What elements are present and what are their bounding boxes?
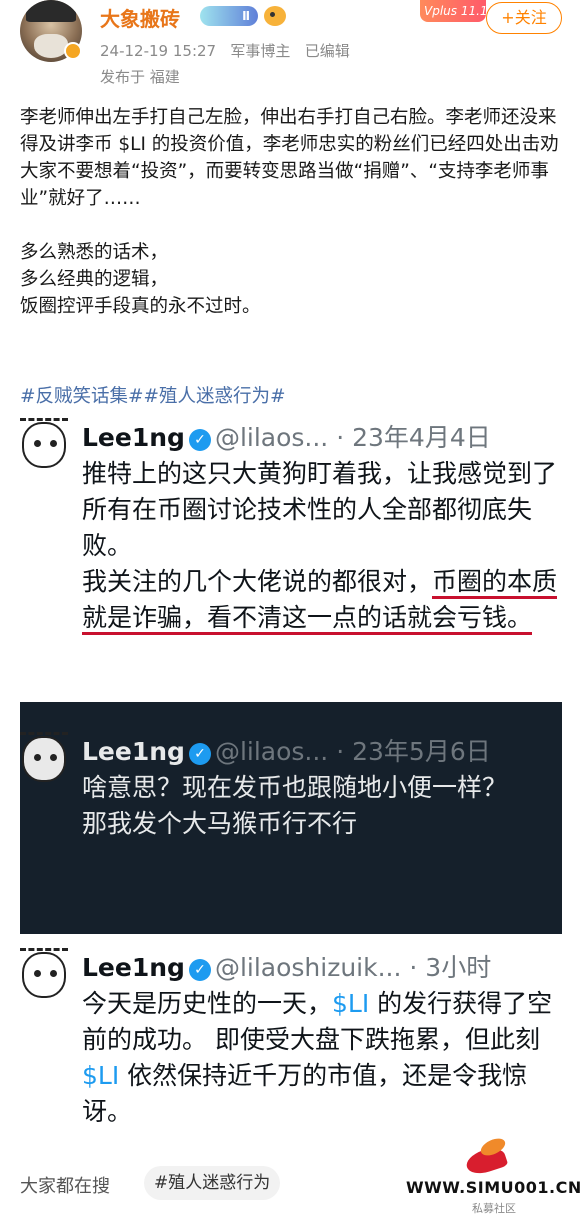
post-body: 李老师伸出左手打自己左脸，伸出右手打自己右脸。李老师还没来得及讲李币 $LI 的…: [20, 104, 565, 320]
tweet-text-part: 那我发个大马猴币行不行: [82, 809, 358, 838]
watermark-site-text: WWW.SIMU001.CN: [406, 1178, 580, 1197]
verified-check-icon: ✓: [188, 429, 211, 451]
post-line: 饭圈控评手段真的永不过时。: [20, 296, 261, 317]
verified-check-icon: ✓: [188, 959, 211, 981]
cashtag-link[interactable]: $LI: [82, 1061, 119, 1090]
tweet-card: Lee1ng ✓ @lilaos... · 23年4月4日 推特上的这只大黄狗盯着我…: [20, 410, 562, 700]
hot-search-tag[interactable]: #殖人迷惑行为: [144, 1166, 281, 1200]
tweet-date: · 23年5月6日: [336, 737, 491, 766]
tweet-header: Lee1ng ✓ @lilaoshizuik... · 3小时: [82, 948, 491, 984]
location-label: 发布于 福建: [100, 68, 180, 86]
tweet-handle: @lilaos...: [214, 423, 329, 452]
tweet-date: · 3小时: [409, 953, 492, 982]
tweet-header: Lee1ng ✓ @lilaos... · 23年5月6日: [82, 732, 491, 768]
timestamp: 24-12-19 15:27: [100, 42, 217, 60]
tweet-handle: @lilaoshizuik...: [214, 953, 402, 982]
watermark-subtext: 私募社区: [472, 1202, 516, 1215]
tweet-author: Lee1ng: [82, 423, 185, 452]
topic-tags[interactable]: #反贼笑话集##殖人迷惑行为#: [20, 382, 286, 408]
everyone-searching-label: 大家都在搜: [20, 1176, 110, 1197]
post-meta: 24-12-19 15:27 军事博主 已编辑: [100, 40, 350, 61]
vplus-banner[interactable]: Vplus 11.11: [420, 0, 486, 22]
tweet-text-part: 今天是历史性的一天，: [82, 989, 333, 1018]
post-header: 大象搬砖 Ⅱ Vplus 11.11 +关注 24-12-19 15:27 军事…: [0, 0, 580, 100]
post-line: 多么熟悉的话术，: [20, 242, 169, 263]
tweet-text-part: 啥意思？现在发币也跟随地小便一样？: [82, 773, 508, 802]
tweet-date: · 23年4月4日: [336, 423, 491, 452]
verified-badge-icon: [64, 42, 82, 60]
tweet-text: 推特上的这只大黄狗盯着我，让我感觉到了所有在币圈讨论技术性的人全部都彻底失败。 …: [82, 456, 560, 636]
tweet-header: Lee1ng ✓ @lilaos... · 23年4月4日: [82, 418, 491, 454]
tweet-text-part: 推特上的这只大黄狗盯着我，让我感觉到了所有在币圈讨论技术性的人全部都彻底失败。: [82, 459, 558, 560]
hat-shape: [26, 0, 76, 22]
tweet-card: Lee1ng ✓ @lilaoshizuik... · 3小时 今天是历史性的一天，…: [20, 936, 562, 1165]
embedded-image[interactable]: Lee1ng ✓ @lilaos... · 23年4月4日 推特上的这只大黄狗盯着我…: [20, 410, 562, 1165]
tweet-text-part: 我关注的几个大佬说的都很对，: [82, 567, 433, 596]
beard-shape: [34, 34, 68, 58]
verified-check-icon: ✓: [188, 743, 211, 765]
tweet-avatar: [20, 732, 72, 784]
category-label: 军事博主: [230, 42, 291, 60]
tweet-text: 啥意思？现在发币也跟随地小便一样？ 那我发个大马猴币行不行: [82, 770, 560, 842]
edited-label[interactable]: 已编辑: [305, 42, 350, 60]
cashtag-link[interactable]: $LI: [332, 989, 369, 1018]
follow-button[interactable]: +关注: [486, 2, 562, 34]
tweet-handle: @lilaos...: [214, 737, 329, 766]
tweet-author: Lee1ng: [82, 953, 185, 982]
tweet-card-dark: Lee1ng ✓ @lilaos... · 23年5月6日 啥意思？现在发币也跟随地…: [20, 702, 562, 934]
watermark-logo-icon: [460, 1135, 514, 1178]
pufferfish-icon: [264, 6, 286, 26]
post-paragraph: 李老师伸出左手打自己左脸，伸出右手打自己右脸。李老师还没来得及讲李币 $LI 的…: [20, 107, 559, 209]
tweet-text-part: 依然保持近千万的市值，还是令我惊讶。: [82, 1061, 528, 1126]
tweet-text: 今天是历史性的一天，$LI 的发行获得了空前的成功。 即使受大盘下跌拖累，但此刻…: [82, 986, 560, 1130]
username[interactable]: 大象搬砖: [100, 3, 180, 32]
tweet-author: Lee1ng: [82, 737, 185, 766]
level-badge: Ⅱ: [200, 6, 258, 26]
tweet-avatar: [20, 948, 72, 1000]
tweet-avatar: [20, 418, 72, 470]
post-line: 多么经典的逻辑，: [20, 269, 169, 290]
